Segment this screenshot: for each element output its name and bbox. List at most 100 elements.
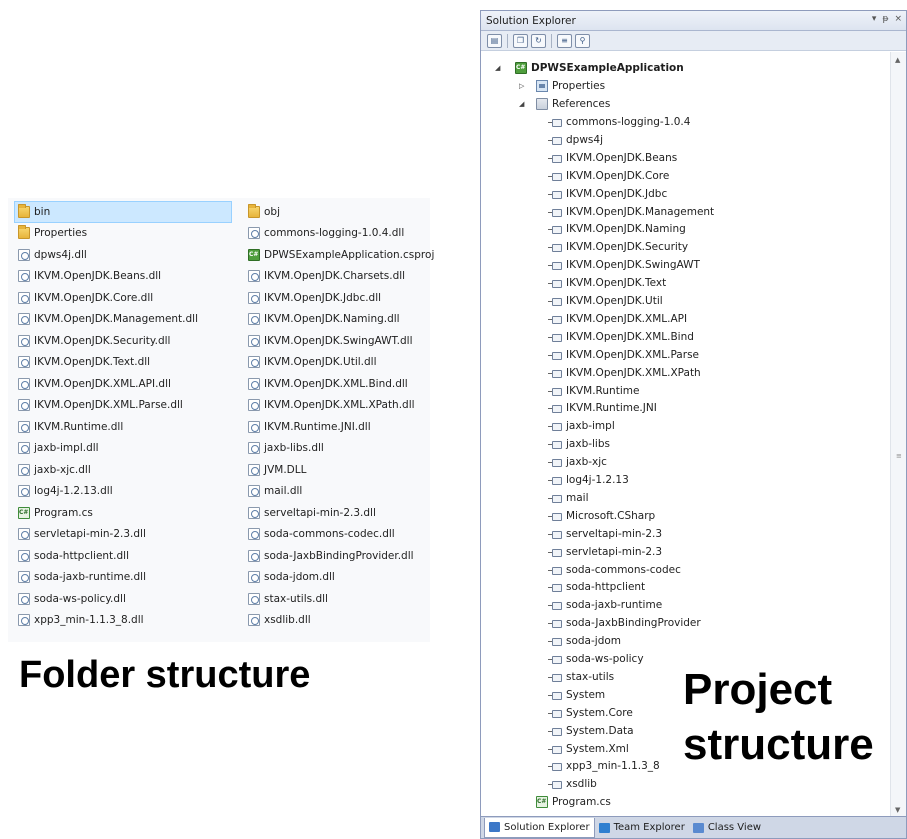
reference-item[interactable]: soda-commons-codec [548, 561, 681, 579]
reference-item[interactable]: IKVM.OpenJDK.XML.Parse [548, 346, 699, 364]
file-item[interactable]: soda-jaxb-runtime.dll [14, 567, 240, 589]
reference-item[interactable]: System.Xml [548, 740, 629, 758]
file-item[interactable]: IKVM.OpenJDK.Util.dll [244, 352, 430, 374]
file-item[interactable]: mail.dll [244, 481, 430, 503]
file-item[interactable]: soda-ws-policy.dll [14, 588, 240, 610]
file-item[interactable]: IKVM.OpenJDK.XML.Parse.dll [14, 395, 240, 417]
file-item[interactable]: IKVM.OpenJDK.Jdbc.dll [244, 287, 430, 309]
file-item[interactable]: soda-jdom.dll [244, 567, 430, 589]
references-node[interactable]: References [552, 98, 610, 110]
refresh-icon[interactable]: ↻ [531, 33, 546, 48]
reference-item[interactable]: jaxb-libs [548, 435, 610, 453]
reference-item[interactable]: soda-jdom [548, 632, 621, 650]
file-item[interactable]: jaxb-xjc.dll [14, 459, 240, 481]
reference-item[interactable]: log4j-1.2.13 [548, 471, 629, 489]
file-item[interactable]: IKVM.OpenJDK.SwingAWT.dll [244, 330, 430, 352]
file-item[interactable]: soda-JaxbBindingProvider.dll [244, 545, 430, 567]
file-item[interactable]: soda-httpclient.dll [14, 545, 240, 567]
file-item[interactable]: servletapi-min-2.3.dll [14, 524, 240, 546]
reference-item[interactable]: stax-utils [548, 668, 614, 686]
file-item[interactable]: JVM.DLL [244, 459, 430, 481]
reference-item[interactable]: IKVM.OpenJDK.Beans [548, 149, 677, 167]
reference-item[interactable]: xpp3_min-1.1.3_8 [548, 757, 660, 775]
file-item[interactable]: xpp3_min-1.1.3_8.dll [14, 610, 240, 632]
file-item[interactable]: IKVM.OpenJDK.XML.Bind.dll [244, 373, 430, 395]
reference-item[interactable]: System.Core [548, 704, 633, 722]
reference-item[interactable]: IKVM.OpenJDK.Management [548, 203, 714, 221]
file-item[interactable]: obj [244, 201, 430, 223]
file-item[interactable]: log4j-1.2.13.dll [14, 481, 240, 503]
scroll-grip-icon[interactable]: ≡ [896, 452, 902, 460]
dropdown-arrow-icon[interactable]: ▾ [872, 14, 877, 24]
reference-item[interactable]: xsdlib [548, 775, 597, 793]
reference-item[interactable]: serveltapi-min-2.3 [548, 525, 662, 543]
reference-item[interactable]: System.Data [548, 722, 634, 740]
file-item[interactable]: IKVM.OpenJDK.Text.dll [14, 352, 240, 374]
file-item[interactable]: IKVM.Runtime.dll [14, 416, 240, 438]
close-icon[interactable]: × [894, 14, 902, 24]
file-item[interactable]: stax-utils.dll [244, 588, 430, 610]
reference-item[interactable]: soda-ws-policy [548, 650, 644, 668]
reference-item[interactable]: IKVM.OpenJDK.SwingAWT [548, 256, 700, 274]
file-item[interactable]: soda-commons-codec.dll [244, 524, 430, 546]
file-item[interactable]: IKVM.OpenJDK.Charsets.dll [244, 266, 430, 288]
reference-item[interactable]: IKVM.OpenJDK.Jdbc [548, 185, 667, 203]
file-item[interactable]: jaxb-impl.dll [14, 438, 240, 460]
project-node[interactable]: DPWSExampleApplication [531, 62, 684, 74]
reference-item[interactable]: IKVM.OpenJDK.Util [548, 292, 663, 310]
file-item[interactable]: IKVM.OpenJDK.XML.API.dll [14, 373, 240, 395]
scroll-up-icon[interactable]: ▲ [895, 56, 900, 64]
reference-item[interactable]: servletapi-min-2.3 [548, 543, 662, 561]
scroll-down-icon[interactable]: ▼ [895, 806, 900, 814]
file-item[interactable]: IKVM.OpenJDK.Security.dll [14, 330, 240, 352]
reference-item[interactable]: IKVM.OpenJDK.XML.API [548, 310, 687, 328]
reference-item[interactable]: IKVM.OpenJDK.XML.Bind [548, 328, 694, 346]
file-item[interactable]: IKVM.OpenJDK.Core.dll [14, 287, 240, 309]
reference-item[interactable]: IKVM.OpenJDK.Security [548, 238, 688, 256]
program-cs-node[interactable]: Program.cs [552, 796, 611, 808]
file-item[interactable]: IKVM.OpenJDK.XML.XPath.dll [244, 395, 430, 417]
collapse-arrow-icon[interactable]: ◢ [519, 100, 524, 108]
reference-item[interactable]: IKVM.OpenJDK.Core [548, 167, 669, 185]
reference-item[interactable]: IKVM.OpenJDK.Text [548, 274, 666, 292]
file-item[interactable]: IKVM.OpenJDK.Naming.dll [244, 309, 430, 331]
collapse-arrow-icon[interactable]: ◢ [495, 64, 500, 72]
file-item[interactable]: xsdlib.dll [244, 610, 430, 632]
file-item[interactable]: Properties [14, 223, 240, 245]
file-item[interactable]: dpws4j.dll [14, 244, 240, 266]
reference-item[interactable]: jaxb-impl [548, 417, 615, 435]
tab-solution-explorer[interactable]: Solution Explorer [484, 817, 595, 838]
tab-class-view[interactable]: Class View [689, 818, 765, 838]
file-item[interactable]: IKVM.OpenJDK.Management.dll [14, 309, 240, 331]
reference-item[interactable]: commons-logging-1.0.4 [548, 113, 690, 131]
file-item[interactable]: commons-logging-1.0.4.dll [244, 223, 430, 245]
properties-node[interactable]: Properties [552, 80, 605, 92]
reference-item[interactable]: Microsoft.CSharp [548, 507, 655, 525]
view-class-diagram-icon[interactable]: ⚲ [575, 33, 590, 48]
file-item[interactable]: bin [14, 201, 232, 223]
file-item[interactable]: Program.cs [14, 502, 240, 524]
reference-item[interactable]: soda-jaxb-runtime [548, 596, 662, 614]
reference-item[interactable]: mail [548, 489, 589, 507]
view-code-icon[interactable]: ≡ [557, 33, 572, 48]
expand-arrow-icon[interactable]: ▷ [519, 82, 524, 90]
show-all-files-icon[interactable]: ❐ [513, 33, 528, 48]
file-item[interactable]: serveltapi-min-2.3.dll [244, 502, 430, 524]
reference-item[interactable]: IKVM.OpenJDK.Naming [548, 220, 686, 238]
reference-item[interactable]: soda-httpclient [548, 578, 645, 596]
file-item[interactable]: DPWSExampleApplication.csproj [244, 244, 434, 266]
properties-tool-icon[interactable]: ▤ [487, 33, 502, 48]
reference-item[interactable]: dpws4j [548, 131, 603, 149]
file-item[interactable]: IKVM.OpenJDK.Beans.dll [14, 266, 240, 288]
tab-team-explorer[interactable]: Team Explorer [595, 818, 689, 838]
reference-item[interactable]: soda-JaxbBindingProvider [548, 614, 701, 632]
reference-item[interactable]: IKVM.Runtime [548, 382, 639, 400]
file-item[interactable]: IKVM.Runtime.JNI.dll [244, 416, 430, 438]
pin-icon[interactable]: ᵽ [882, 14, 888, 24]
reference-item[interactable]: jaxb-xjc [548, 453, 607, 471]
reference-item[interactable]: IKVM.Runtime.JNI [548, 399, 657, 417]
reference-item[interactable]: System [548, 686, 605, 704]
file-item[interactable]: jaxb-libs.dll [244, 438, 430, 460]
vertical-scrollbar[interactable]: ▲ ≡ ▼ [890, 52, 906, 818]
reference-item[interactable]: IKVM.OpenJDK.XML.XPath [548, 364, 701, 382]
